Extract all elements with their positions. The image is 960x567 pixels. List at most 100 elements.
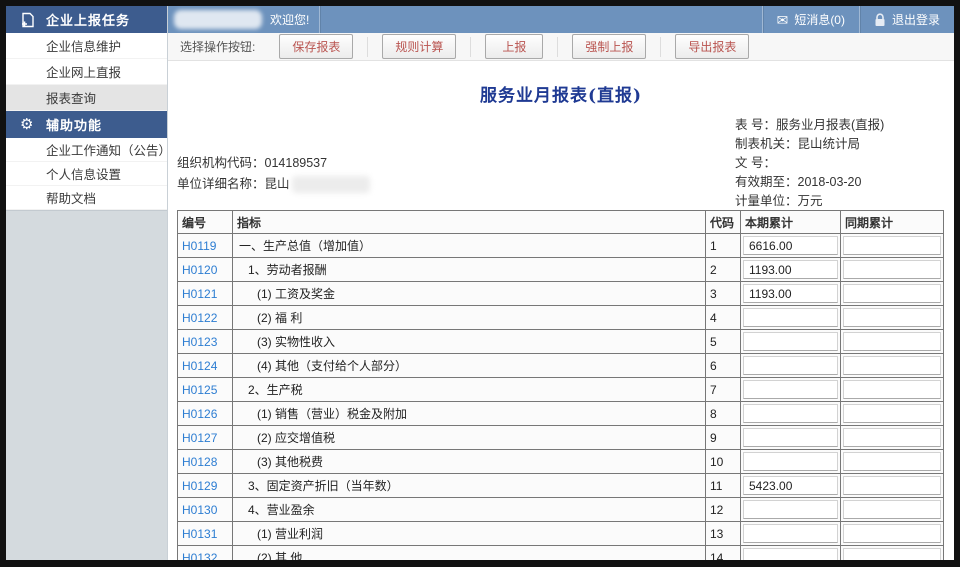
row-code-link[interactable]: H0125 bbox=[182, 383, 217, 397]
same-period-input[interactable] bbox=[843, 404, 941, 423]
sidebar-empty-area bbox=[6, 210, 167, 560]
org-value: 014189537 bbox=[265, 153, 328, 174]
table-row: H0130 4、营业盈余 12 bbox=[178, 498, 944, 522]
col-header-indicator: 指标 bbox=[233, 211, 706, 234]
current-period-input[interactable] bbox=[743, 452, 838, 471]
row-code-link[interactable]: H0122 bbox=[182, 311, 217, 325]
submit-button[interactable]: 上报 bbox=[485, 34, 543, 59]
toolbar-divider bbox=[367, 37, 368, 57]
same-period-input[interactable] bbox=[843, 548, 941, 561]
current-period-input[interactable]: 1193.00 bbox=[743, 284, 838, 303]
current-period-input[interactable] bbox=[743, 308, 838, 327]
row-code-link[interactable]: H0119 bbox=[182, 239, 216, 253]
same-period-input[interactable] bbox=[843, 428, 941, 447]
row-code-link[interactable]: H0128 bbox=[182, 455, 217, 469]
org-value: 昆山 bbox=[265, 174, 290, 195]
row-seq: 13 bbox=[706, 522, 741, 546]
current-period-input[interactable] bbox=[743, 500, 838, 519]
row-seq: 14 bbox=[706, 546, 741, 561]
table-row: H0122 (2) 福 利 4 bbox=[178, 306, 944, 330]
current-period-input[interactable] bbox=[743, 380, 838, 399]
same-period-input[interactable] bbox=[843, 380, 941, 399]
messages-button[interactable]: ✉ 短消息(0) bbox=[763, 6, 859, 33]
current-period-input[interactable] bbox=[743, 356, 838, 375]
row-indicator: (1) 营业利润 bbox=[233, 522, 706, 546]
sidebar-item-online-report[interactable]: 企业网上直报 bbox=[6, 59, 167, 85]
logout-button[interactable]: 退出登录 bbox=[860, 6, 954, 33]
same-period-input[interactable] bbox=[843, 308, 941, 327]
welcome-text: 欢迎您! bbox=[270, 11, 309, 28]
toolbar-divider bbox=[557, 37, 558, 57]
org-label: 组织机构代码： bbox=[177, 153, 265, 174]
row-seq: 10 bbox=[706, 450, 741, 474]
col-header-current: 本期累计 bbox=[741, 211, 841, 234]
sidebar-item-personal-settings[interactable]: 个人信息设置 bbox=[6, 162, 167, 186]
table-row: H0125 2、生产税 7 bbox=[178, 378, 944, 402]
current-period-input[interactable]: 5423.00 bbox=[743, 476, 838, 495]
col-header-seq: 代码 bbox=[706, 211, 741, 234]
row-seq: 5 bbox=[706, 330, 741, 354]
sidebar-item-work-notice[interactable]: 企业工作通知（公告） bbox=[6, 138, 167, 162]
sidebar-item-help-docs[interactable]: 帮助文档 bbox=[6, 186, 167, 210]
meta-label: 文 号： bbox=[735, 156, 776, 170]
row-code-link[interactable]: H0129 bbox=[182, 479, 217, 493]
force-submit-button[interactable]: 强制上报 bbox=[572, 34, 646, 59]
meta-value: 服务业月报表(直报) bbox=[776, 118, 884, 132]
same-period-input[interactable] bbox=[843, 284, 941, 303]
row-code-link[interactable]: H0126 bbox=[182, 407, 217, 421]
same-period-input[interactable] bbox=[843, 332, 941, 351]
meta-label: 计量单位： bbox=[735, 194, 798, 208]
table-row: H0128 (3) 其他税费 10 bbox=[178, 450, 944, 474]
current-period-input[interactable] bbox=[743, 404, 838, 423]
lock-icon bbox=[874, 13, 886, 27]
row-code-link[interactable]: H0132 bbox=[182, 551, 217, 561]
meta-value: 2018-03-20 bbox=[798, 175, 862, 189]
same-period-input[interactable] bbox=[843, 260, 941, 279]
row-seq: 2 bbox=[706, 258, 741, 282]
row-indicator: 一、生产总值（增加值） bbox=[233, 234, 706, 258]
row-code-link[interactable]: H0120 bbox=[182, 263, 217, 277]
sidebar-item-enterprise-info[interactable]: 企业信息维护 bbox=[6, 33, 167, 59]
same-period-input[interactable] bbox=[843, 476, 941, 495]
redacted-company-name bbox=[292, 176, 370, 193]
org-info-block: 组织机构代码：014189537 单位详细名称：昆山 bbox=[177, 153, 370, 195]
current-period-input[interactable] bbox=[743, 428, 838, 447]
same-period-input[interactable] bbox=[843, 356, 941, 375]
meta-label: 制表机关： bbox=[735, 137, 798, 151]
current-period-input[interactable] bbox=[743, 332, 838, 351]
current-period-input[interactable]: 1193.00 bbox=[743, 260, 838, 279]
row-indicator: (2) 福 利 bbox=[233, 306, 706, 330]
same-period-input[interactable] bbox=[843, 236, 941, 255]
row-seq: 4 bbox=[706, 306, 741, 330]
row-code-link[interactable]: H0131 bbox=[182, 527, 217, 541]
sidebar-section-aux-functions[interactable]: ⚙ 辅助功能 bbox=[6, 111, 167, 138]
col-header-same: 同期累计 bbox=[841, 211, 944, 234]
same-period-input[interactable] bbox=[843, 500, 941, 519]
row-indicator: 2、生产税 bbox=[233, 378, 706, 402]
gear-icon: ⚙ bbox=[20, 117, 46, 132]
report-title: 服务业月报表(直报) bbox=[168, 81, 954, 106]
current-period-input[interactable] bbox=[743, 548, 838, 561]
export-report-button[interactable]: 导出报表 bbox=[675, 34, 749, 59]
row-code-link[interactable]: H0124 bbox=[182, 359, 217, 373]
current-period-input[interactable] bbox=[743, 524, 838, 543]
row-code-link[interactable]: H0130 bbox=[182, 503, 217, 517]
row-code-link[interactable]: H0121 bbox=[182, 287, 217, 301]
row-code-link[interactable]: H0123 bbox=[182, 335, 217, 349]
row-code-link[interactable]: H0127 bbox=[182, 431, 217, 445]
logout-label: 退出登录 bbox=[892, 11, 940, 28]
row-indicator: 3、固定资产折旧（当年数） bbox=[233, 474, 706, 498]
save-report-button[interactable]: 保存报表 bbox=[279, 34, 353, 59]
row-indicator: (1) 销售（营业）税金及附加 bbox=[233, 402, 706, 426]
current-period-input[interactable]: 6616.00 bbox=[743, 236, 838, 255]
sidebar-item-report-query[interactable]: 报表查询 bbox=[6, 85, 167, 111]
row-seq: 12 bbox=[706, 498, 741, 522]
meta-value: 昆山统计局 bbox=[798, 137, 861, 151]
rule-calc-button[interactable]: 规则计算 bbox=[382, 34, 456, 59]
row-indicator: (2) 应交增值税 bbox=[233, 426, 706, 450]
same-period-input[interactable] bbox=[843, 524, 941, 543]
col-header-code: 编号 bbox=[178, 211, 233, 234]
table-header-row: 编号 指标 代码 本期累计 同期累计 bbox=[178, 211, 944, 234]
sidebar-section-report-tasks[interactable]: 企业上报任务 bbox=[6, 6, 167, 33]
same-period-input[interactable] bbox=[843, 452, 941, 471]
